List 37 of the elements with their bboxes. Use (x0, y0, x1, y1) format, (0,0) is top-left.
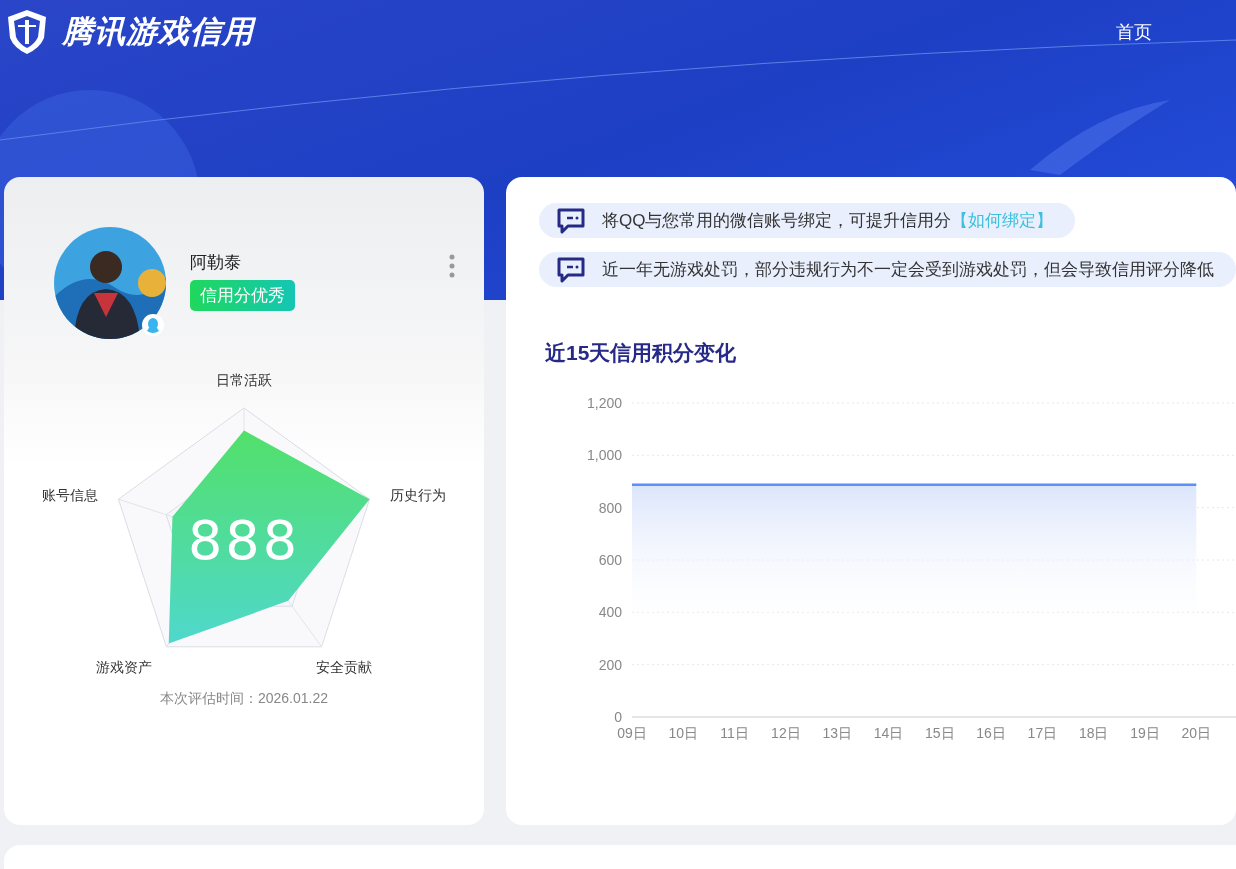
x-tick-label: 20日 (1181, 725, 1212, 741)
axis-label: 日常活跃 (216, 372, 272, 388)
chart-title: 近15天信用积分变化 (545, 340, 738, 366)
y-tick-label: 200 (598, 656, 622, 673)
notice-text: 将QQ与您常用的微信账号绑定，可提升信用分 (602, 210, 952, 232)
x-tick-label: 15日 (925, 725, 955, 741)
axis-label: 账号信息 (42, 487, 99, 504)
y-tick-label: 600 (598, 552, 622, 568)
x-tick-label: 10日 (668, 725, 699, 741)
x-tick-label: 19日 (1130, 725, 1160, 741)
axis-label: 游戏资产 (96, 658, 153, 675)
x-tick-label: 17日 (1027, 725, 1058, 741)
y-tick-label: 400 (598, 604, 622, 621)
message-icon (556, 206, 586, 235)
x-tick-label: 14日 (873, 725, 904, 741)
credit-badge: 信用分优秀 (190, 280, 295, 311)
x-tick-label: 11日 (720, 725, 749, 741)
axis-label: 安全贡献 (315, 658, 372, 675)
y-tick-label: 1,000 (586, 447, 622, 464)
site-title: 腾讯游戏信用 (62, 13, 254, 51)
user-name: 阿勒泰 (190, 252, 241, 274)
y-tick-label: 1,200 (586, 395, 622, 411)
x-tick-label: 09日 (617, 725, 647, 741)
x-tick-label: 18日 (1078, 725, 1109, 741)
y-tick-label: 800 (598, 499, 622, 516)
notice-text: 近一年无游戏处罚，部分违规行为不一定会受到游戏处罚，但会导致信用评分降低 (602, 259, 1214, 281)
x-tick-label: 16日 (976, 725, 1006, 741)
y-tick-label: 0 (614, 709, 622, 725)
credit-score: 888 (187, 509, 301, 572)
message-icon (556, 255, 586, 284)
evaluation-time: 本次评估时间：2026.01.22 (158, 690, 330, 708)
axis-label: 历史行为 (389, 487, 446, 504)
x-tick-label: 13日 (822, 725, 852, 741)
penguin-icon (142, 313, 164, 337)
nav-link[interactable]: 首页 (1116, 20, 1152, 44)
x-tick-label: 12日 (771, 725, 801, 741)
more-icon[interactable] (448, 254, 456, 278)
